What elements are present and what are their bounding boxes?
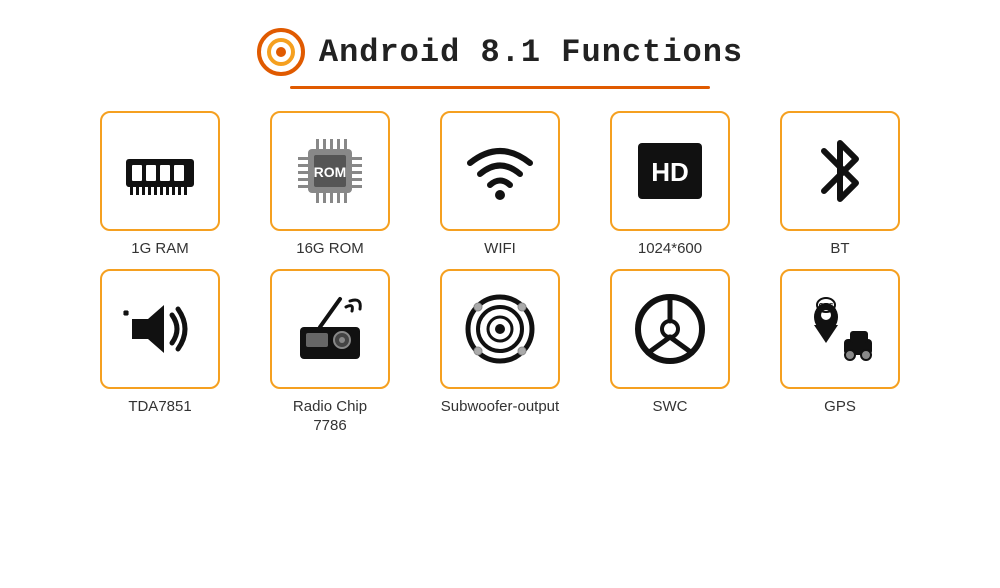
sub-label: Subwoofer-output — [441, 397, 559, 417]
svg-text:GPS: GPS — [819, 303, 834, 310]
radio-label: Radio Chip7786 — [293, 397, 367, 436]
swc-icon — [630, 289, 710, 369]
bt-icon — [800, 131, 880, 211]
gps-icon-box: GPS — [780, 269, 900, 389]
features-grid: 1G RAM ROM — [80, 111, 920, 446]
tda-icon-box — [100, 269, 220, 389]
feature-gps: GPS GPS — [760, 269, 920, 436]
wifi-label: WIFI — [484, 239, 516, 259]
wifi-icon — [460, 131, 540, 211]
row-2: TDA7851 Radio Chip7786 — [80, 269, 920, 436]
feature-ram: 1G RAM — [80, 111, 240, 259]
title-underline — [290, 86, 710, 89]
gps-label: GPS — [824, 397, 856, 417]
feature-radio: Radio Chip7786 — [250, 269, 410, 436]
rom-label: 16G ROM — [296, 239, 364, 259]
feature-bt: BT — [760, 111, 920, 259]
subwoofer-icon — [460, 289, 540, 369]
feature-wifi: WIFI — [420, 111, 580, 259]
wifi-icon-box — [440, 111, 560, 231]
svg-text:HD: HD — [651, 157, 689, 187]
feature-rom: ROM — [250, 111, 410, 259]
gps-icon: GPS — [800, 289, 880, 369]
bt-label: BT — [830, 239, 849, 259]
ram-icon — [120, 131, 200, 211]
hd-label: 1024*600 — [638, 239, 702, 259]
ram-label: 1G RAM — [131, 239, 189, 259]
hd-icon: HD — [630, 131, 710, 211]
sub-icon-box — [440, 269, 560, 389]
feature-tda: TDA7851 — [80, 269, 240, 436]
page-title: Android 8.1 Functions — [319, 34, 743, 71]
tda-label: TDA7851 — [128, 397, 191, 417]
ram-icon-box — [100, 111, 220, 231]
header: Android 8.1 Functions — [257, 28, 743, 76]
hd-icon-box: HD — [610, 111, 730, 231]
rom-icon: ROM — [290, 131, 370, 211]
swc-label: SWC — [653, 397, 688, 417]
bt-icon-box — [780, 111, 900, 231]
swc-icon-box — [610, 269, 730, 389]
feature-hd: HD 1024*600 — [590, 111, 750, 259]
radio-icon-box — [270, 269, 390, 389]
rom-icon-box: ROM — [270, 111, 390, 231]
row-1: 1G RAM ROM — [80, 111, 920, 259]
feature-swc: SWC — [590, 269, 750, 436]
android-icon — [257, 28, 305, 76]
radio-icon — [290, 289, 370, 369]
speaker-icon — [120, 289, 200, 369]
svg-text:ROM: ROM — [314, 164, 347, 180]
feature-sub: Subwoofer-output — [420, 269, 580, 436]
